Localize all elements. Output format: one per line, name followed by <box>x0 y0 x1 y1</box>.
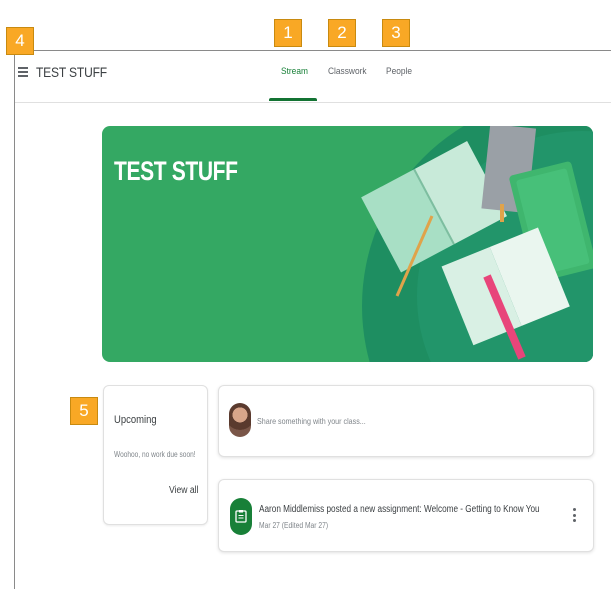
annotation-badge-2: 2 <box>328 19 356 47</box>
class-banner: TEST STUFF <box>102 126 593 362</box>
upcoming-card: Upcoming Woohoo, no work due soon! View … <box>103 385 208 525</box>
view-all-link[interactable]: View all <box>169 485 198 496</box>
tab-people[interactable]: People <box>386 66 412 77</box>
upcoming-status: Woohoo, no work due soon! <box>114 450 196 459</box>
upcoming-title: Upcoming <box>114 414 157 426</box>
share-placeholder: Share something with your class... <box>257 416 366 426</box>
class-header: TEST STUFF Stream Classwork People <box>15 51 611 103</box>
share-announcement-box[interactable]: Share something with your class... <box>218 385 594 457</box>
tab-classwork[interactable]: Classwork <box>328 66 367 77</box>
more-vert-icon[interactable] <box>571 508 577 526</box>
annotation-badge-3: 3 <box>382 19 410 47</box>
assignment-icon <box>230 498 252 535</box>
frame-border-left <box>14 50 15 589</box>
annotation-badge-4: 4 <box>6 27 34 55</box>
annotation-badge-1: 1 <box>274 19 302 47</box>
tab-stream[interactable]: Stream <box>281 66 308 77</box>
post-title[interactable]: Aaron Middlemiss posted a new assignment… <box>259 504 540 515</box>
stream-post[interactable]: Aaron Middlemiss posted a new assignment… <box>218 479 594 552</box>
post-date: Mar 27 (Edited Mar 27) <box>259 521 329 530</box>
active-tab-indicator <box>269 98 317 101</box>
banner-class-title: TEST STUFF <box>114 156 238 186</box>
annotation-badge-5: 5 <box>70 397 98 425</box>
menu-icon[interactable] <box>18 67 28 77</box>
avatar <box>229 403 251 437</box>
class-title: TEST STUFF <box>36 64 107 80</box>
